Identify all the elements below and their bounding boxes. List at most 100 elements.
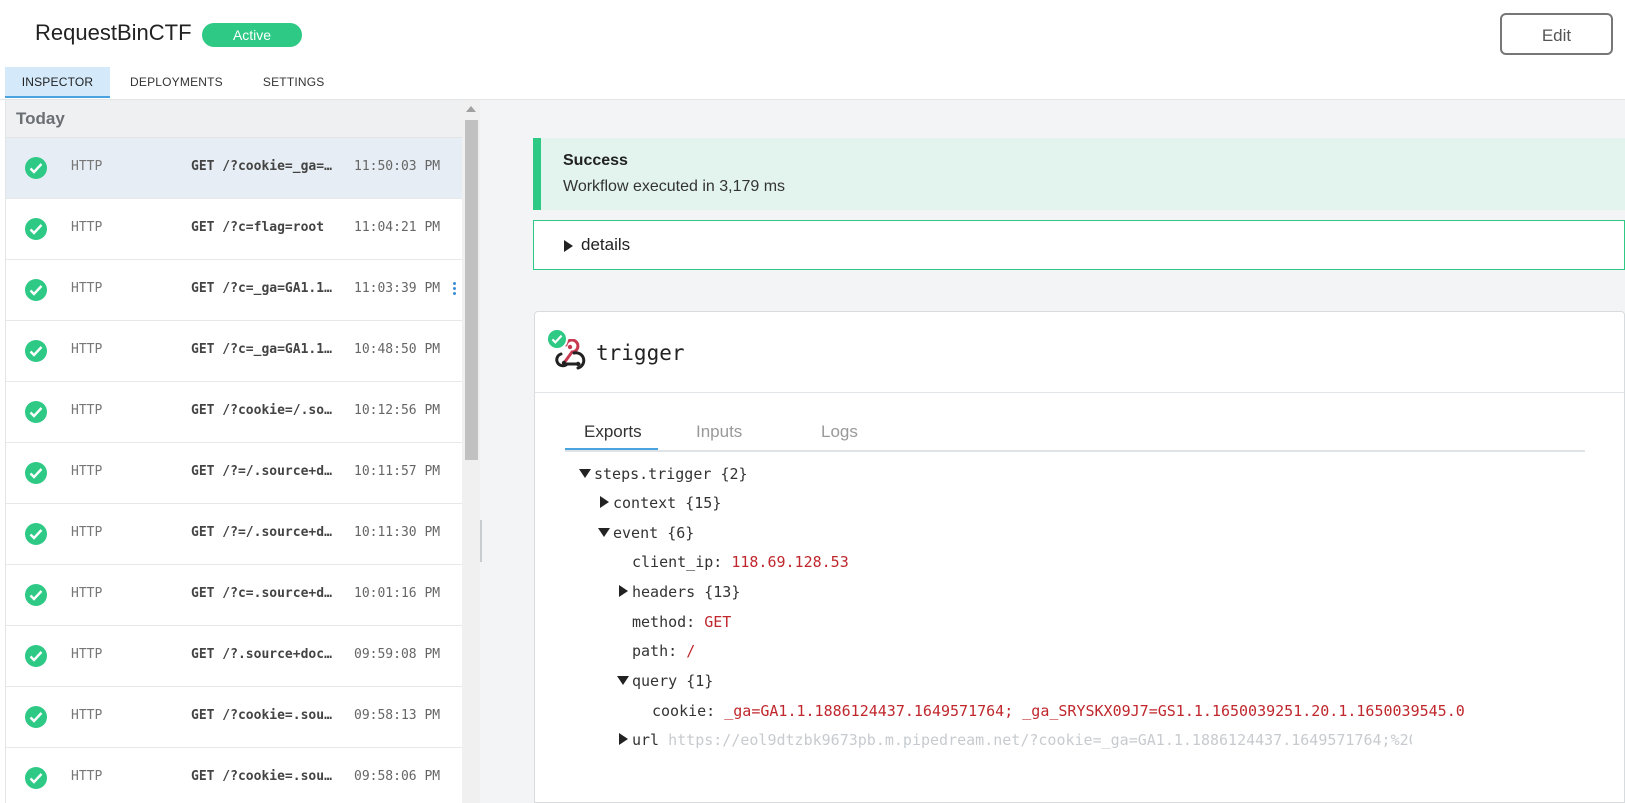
step-title: trigger (596, 341, 685, 365)
caret-right-icon[interactable] (600, 496, 609, 508)
caret-right-icon[interactable] (619, 733, 628, 745)
step-tabs: Exports Inputs Logs (565, 420, 1585, 452)
step-card-header: trigger (535, 312, 1624, 393)
tab-logs[interactable]: Logs (821, 422, 858, 442)
tree-node-cookie: cookie: _ga=GA1.1.1886124437.1649571764;… (652, 702, 1465, 720)
event-request: GET /?cookie=/.source (191, 403, 334, 418)
step-success-icon (546, 328, 568, 350)
panel-resize-handle[interactable] (480, 520, 482, 562)
success-check-icon (25, 584, 47, 606)
step-card: trigger Exports Inputs Logs steps.trigge… (534, 311, 1625, 803)
event-row[interactable]: HTTP GET /?cookie=.source 09:58:06 PM (6, 748, 465, 803)
success-check-icon (25, 645, 47, 667)
success-check-icon (25, 706, 47, 728)
tree-node-event[interactable]: event {6} (613, 524, 694, 542)
event-row[interactable]: HTTP GET /?cookie=_ga=GA1.1.1886124437.1… (6, 138, 465, 199)
event-time: 10:01:16 PM (354, 586, 441, 601)
event-time: 11:04:21 PM (354, 220, 441, 235)
event-request: GET /?c=.source+document (191, 586, 334, 601)
tree-node-steps-trigger[interactable]: steps.trigger {2} (594, 465, 748, 483)
event-protocol: HTTP (71, 159, 103, 174)
caret-right-icon[interactable] (619, 585, 628, 597)
tree-node-query[interactable]: query {1} (632, 672, 713, 690)
event-protocol: HTTP (71, 708, 103, 723)
success-check-icon (25, 279, 47, 301)
tab-inputs[interactable]: Inputs (696, 422, 742, 442)
success-banner: Success Workflow executed in 3,179 ms (533, 138, 1625, 210)
event-request: GET /?c=_ga=GA1.1.1886124437 (191, 342, 334, 357)
details-toggle[interactable]: details (533, 220, 1625, 270)
caret-down-icon[interactable] (617, 676, 629, 685)
event-row[interactable]: HTTP GET /?c=.source+document 10:01:16 P… (6, 565, 465, 626)
event-row[interactable]: HTTP GET /?c=flag=root 11:04:21 PM (6, 199, 465, 260)
success-check-icon (25, 523, 47, 545)
event-request: GET /?cookie=.source (191, 769, 334, 784)
scroll-up-arrow-icon[interactable] (466, 106, 476, 112)
event-list-panel: Today HTTP GET /?cookie=_ga=GA1.1.188612… (5, 100, 465, 803)
success-check-icon (25, 340, 47, 362)
event-protocol: HTTP (71, 647, 103, 662)
success-check-icon (25, 767, 47, 789)
caret-right-icon (564, 240, 573, 252)
event-row[interactable]: HTTP GET /?cookie=.source 09:58:13 PM (6, 687, 465, 748)
event-protocol: HTTP (71, 769, 103, 784)
success-title: Success (563, 152, 628, 169)
event-protocol: HTTP (71, 586, 103, 601)
event-protocol: HTTP (71, 220, 103, 235)
event-request: GET /?=/.source+document (191, 464, 334, 479)
caret-down-icon[interactable] (579, 469, 591, 478)
inspector-panel: Success Workflow executed in 3,179 ms de… (480, 100, 1625, 803)
active-tab-indicator (565, 448, 658, 450)
event-time: 09:58:06 PM (354, 769, 441, 784)
event-row[interactable]: HTTP GET /?c=_ga=GA1.1.1886124437 11:03:… (6, 260, 465, 321)
event-time: 11:50:03 PM (354, 159, 441, 174)
event-row[interactable]: HTTP GET /?.source+document 09:59:08 PM (6, 626, 465, 687)
event-time: 10:11:30 PM (354, 525, 441, 540)
event-row[interactable]: HTTP GET /?c=_ga=GA1.1.1886124437 10:48:… (6, 321, 465, 382)
event-time: 09:58:13 PM (354, 708, 441, 723)
tree-node-url[interactable]: url https://eol9dtzbk9673pb.m.pipedream.… (632, 731, 1412, 749)
success-check-icon (25, 401, 47, 423)
event-protocol: HTTP (71, 464, 103, 479)
tab-settings[interactable]: SETTINGS (243, 67, 345, 98)
event-protocol: HTTP (71, 525, 103, 540)
event-row[interactable]: HTTP GET /?=/.source+document 10:11:57 P… (6, 443, 465, 504)
tree-node-headers[interactable]: headers {13} (632, 583, 740, 601)
event-request: GET /?=/.source+document (191, 525, 334, 540)
event-time: 10:12:56 PM (354, 403, 441, 418)
event-request: GET /?.source+document (191, 647, 334, 662)
tree-node-context[interactable]: context {15} (613, 494, 721, 512)
group-header-today: Today (6, 100, 465, 138)
event-row[interactable]: HTTP GET /?=/.source+document 10:11:30 P… (6, 504, 465, 565)
tab-exports[interactable]: Exports (584, 422, 642, 442)
row-menu-icon[interactable] (453, 282, 456, 296)
success-message: Workflow executed in 3,179 ms (563, 178, 786, 195)
success-check-icon (25, 218, 47, 240)
event-protocol: HTTP (71, 342, 103, 357)
event-request: GET /?c=flag=root (191, 220, 325, 235)
tree-node-client-ip: client_ip: 118.69.128.53 (632, 553, 849, 571)
event-rows: HTTP GET /?cookie=_ga=GA1.1.1886124437.1… (6, 138, 465, 803)
tree-node-method: method: GET (632, 613, 732, 631)
event-time: 10:11:57 PM (354, 464, 441, 479)
event-request: GET /?cookie=_ga=GA1.1.1886124437.164957… (191, 159, 334, 174)
status-badge: Active (202, 23, 302, 47)
event-request: GET /?c=_ga=GA1.1.1886124437 (191, 281, 334, 296)
event-protocol: HTTP (71, 281, 103, 296)
nav-tabs: INSPECTOR DEPLOYMENTS SETTINGS (5, 67, 345, 98)
tab-inspector[interactable]: INSPECTOR (5, 67, 110, 98)
event-row[interactable]: HTTP GET /?cookie=/.source 10:12:56 PM (6, 382, 465, 443)
event-protocol: HTTP (71, 403, 103, 418)
workflow-title: RequestBinCTF (35, 20, 192, 45)
tree-node-path: path: / (632, 642, 696, 660)
details-label: details (581, 235, 631, 254)
success-check-icon (25, 157, 47, 179)
tab-deployments[interactable]: DEPLOYMENTS (110, 67, 243, 98)
top-bar: RequestBinCTF Active Edit INSPECTOR DEPL… (0, 0, 1625, 100)
edit-button[interactable]: Edit (1500, 13, 1613, 55)
event-list-scroll-thumb[interactable] (465, 120, 478, 460)
event-time: 10:48:50 PM (354, 342, 441, 357)
caret-down-icon[interactable] (598, 528, 610, 537)
event-time: 11:03:39 PM (354, 281, 441, 296)
event-request: GET /?cookie=.source (191, 708, 334, 723)
